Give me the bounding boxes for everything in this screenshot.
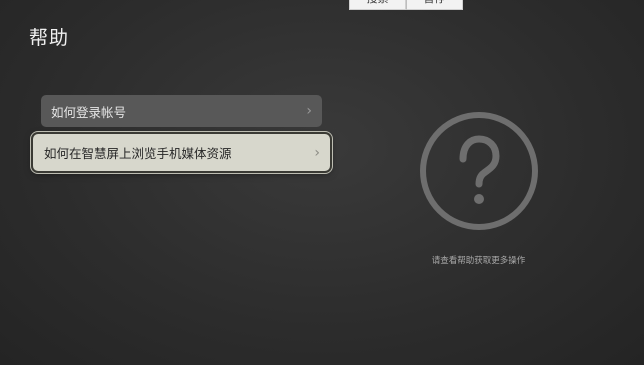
top-tab-bar: 搜索 暂停 <box>349 0 463 10</box>
menu-item-label: 如何在智慧屏上浏览手机媒体资源 <box>44 146 232 161</box>
help-hint-text: 请查看帮助获取更多操作 <box>431 256 526 266</box>
question-circle-icon <box>419 111 539 231</box>
chevron-right-icon: › <box>314 144 320 161</box>
tab-search[interactable]: 搜索 <box>349 0 406 10</box>
menu-item-label: 如何登录帐号 <box>51 104 127 120</box>
menu-item-browse-phone-media[interactable]: 如何在智慧屏上浏览手机媒体资源 › <box>33 134 330 171</box>
tab-pause[interactable]: 暂停 <box>406 0 463 10</box>
page-title: 帮助 <box>29 27 70 49</box>
chevron-right-icon: › <box>306 103 312 119</box>
menu-item-login-account[interactable]: 如何登录帐号 › <box>41 95 322 127</box>
